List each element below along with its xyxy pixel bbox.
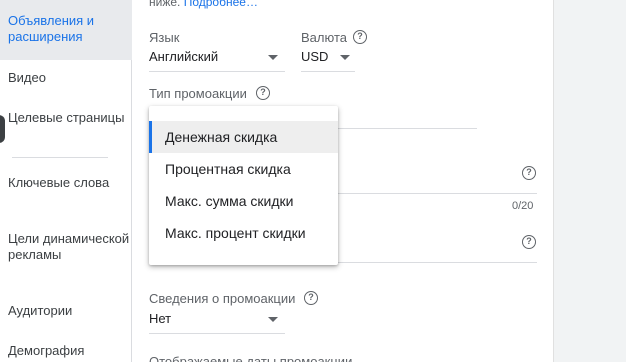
help-text-prefix: ниже. — [149, 0, 181, 9]
help-icon[interactable]: ? — [304, 291, 318, 305]
promo-details-select[interactable]: Нет — [149, 311, 171, 326]
help-icon[interactable]: ? — [256, 86, 270, 100]
menu-item-max-percent-discount[interactable]: Макс. процент скидки — [149, 217, 338, 249]
menu-item-percent-discount[interactable]: Процентная скидка — [149, 153, 338, 185]
chevron-down-icon[interactable] — [340, 55, 350, 60]
chevron-down-icon[interactable] — [268, 55, 278, 60]
language-label: Язык — [149, 30, 180, 45]
sidebar-item-keywords[interactable]: Ключевые слова — [0, 175, 132, 191]
promo-details-underline — [149, 333, 285, 334]
currency-select[interactable]: USD — [301, 49, 328, 64]
help-icon[interactable]: ? — [522, 235, 536, 249]
currency-underline — [301, 71, 355, 72]
sidebar-item-demographics[interactable]: Демография — [0, 343, 132, 359]
currency-label: Валюта — [301, 30, 347, 45]
sidebar-item-video[interactable]: Видео — [0, 70, 132, 86]
language-underline — [149, 71, 285, 72]
sidebar-item-dynamic-ad-targets[interactable]: Цели динамической рекламы — [0, 231, 132, 263]
sidebar: Объявления и расширения Видео Целевые ст… — [0, 0, 132, 362]
promo-type-label: Тип промоакции — [149, 86, 247, 101]
learn-more-link[interactable]: Подробнее… — [184, 0, 258, 9]
collapse-handle[interactable] — [0, 115, 5, 143]
menu-item-money-discount[interactable]: Денежная скидка — [149, 121, 338, 153]
help-text: ниже. Подробнее… — [149, 0, 258, 9]
menu-item-max-amount-discount[interactable]: Макс. сумма скидки — [149, 185, 338, 217]
chevron-down-icon[interactable] — [268, 317, 278, 322]
promo-dates-label: Отображаемые даты промоакции — [149, 354, 353, 362]
char-counter: 0/20 — [512, 200, 534, 212]
language-select[interactable]: Английский — [149, 49, 218, 64]
sidebar-divider — [12, 157, 108, 158]
sidebar-item-ads-extensions[interactable]: Объявления и расширения — [0, 0, 132, 60]
right-gutter — [553, 0, 626, 362]
promo-details-label: Сведения о промоакции — [149, 291, 296, 306]
sidebar-item-landing-pages[interactable]: Целевые страницы — [0, 110, 132, 126]
sidebar-item-audiences[interactable]: Аудитории — [0, 303, 132, 319]
help-icon[interactable]: ? — [353, 30, 367, 44]
promo-type-menu: Денежная скидка Процентная скидка Макс. … — [149, 106, 338, 265]
help-icon[interactable]: ? — [522, 166, 536, 180]
